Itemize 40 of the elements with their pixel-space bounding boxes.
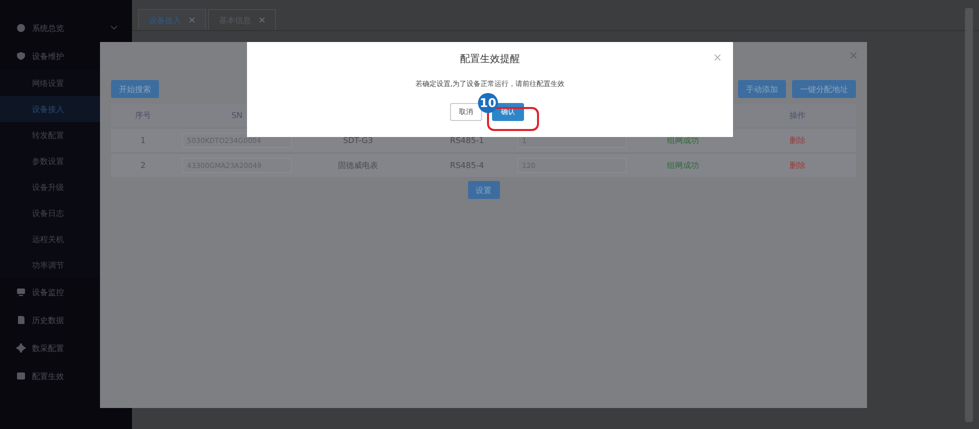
table-cell-text: 组网成功 — [666, 160, 700, 171]
table-cell-text: RS485-4 — [449, 161, 485, 170]
gear-icon — [16, 343, 26, 353]
tab-label: 设备接入 — [149, 14, 181, 26]
menu-label: 历史数据 — [32, 314, 64, 326]
table-cell-text: 组网成功 — [666, 135, 700, 146]
delete-link[interactable]: 删除 — [739, 135, 856, 146]
close-icon[interactable] — [850, 52, 857, 59]
menu-label: 设备监控 — [32, 286, 64, 298]
close-icon[interactable] — [259, 17, 265, 23]
set-button[interactable]: 设置 — [468, 181, 500, 199]
chevron-icon — [110, 25, 118, 31]
table-cell-text: 2 — [139, 161, 147, 170]
toolbar-button[interactable]: 一键分配地址 — [792, 80, 856, 98]
menu-group[interactable]: 配置生效 — [0, 362, 132, 390]
pie-icon — [16, 23, 26, 33]
menu-label: 配置生效 — [32, 370, 64, 382]
document-icon — [16, 315, 26, 325]
toolbar-button[interactable]: 手动添加 — [738, 80, 786, 98]
search-button[interactable]: 开始搜索 — [111, 80, 159, 98]
menu-group[interactable]: 设备维护 — [0, 42, 132, 70]
table-cell-text: RS485-1 — [449, 136, 485, 145]
tab[interactable]: 设备接入 — [138, 9, 206, 30]
close-icon[interactable] — [189, 17, 195, 23]
table-cell-text: 固德威电表 — [337, 160, 379, 171]
shield-icon — [16, 51, 26, 61]
table-cell-text: SDT-G3 — [342, 136, 374, 145]
menu-group[interactable]: 数采配置 — [0, 334, 132, 362]
menu-label: 数采配置 — [32, 342, 64, 354]
dialog-title: 配置生效提醒 — [460, 52, 520, 66]
delete-link[interactable]: 删除 — [739, 160, 856, 171]
monitor-icon — [16, 287, 26, 297]
menu-group[interactable]: 设备监控 — [0, 278, 132, 306]
close-icon[interactable] — [714, 54, 721, 61]
menu-label: 设备维护 — [32, 50, 64, 62]
menu-group[interactable]: 历史数据 — [0, 306, 132, 334]
menu-label: 系统总览 — [32, 22, 64, 34]
panel-icon — [16, 371, 26, 381]
menu-group[interactable]: 系统总览 — [0, 14, 132, 42]
table-cell-text: 1 — [139, 136, 147, 145]
